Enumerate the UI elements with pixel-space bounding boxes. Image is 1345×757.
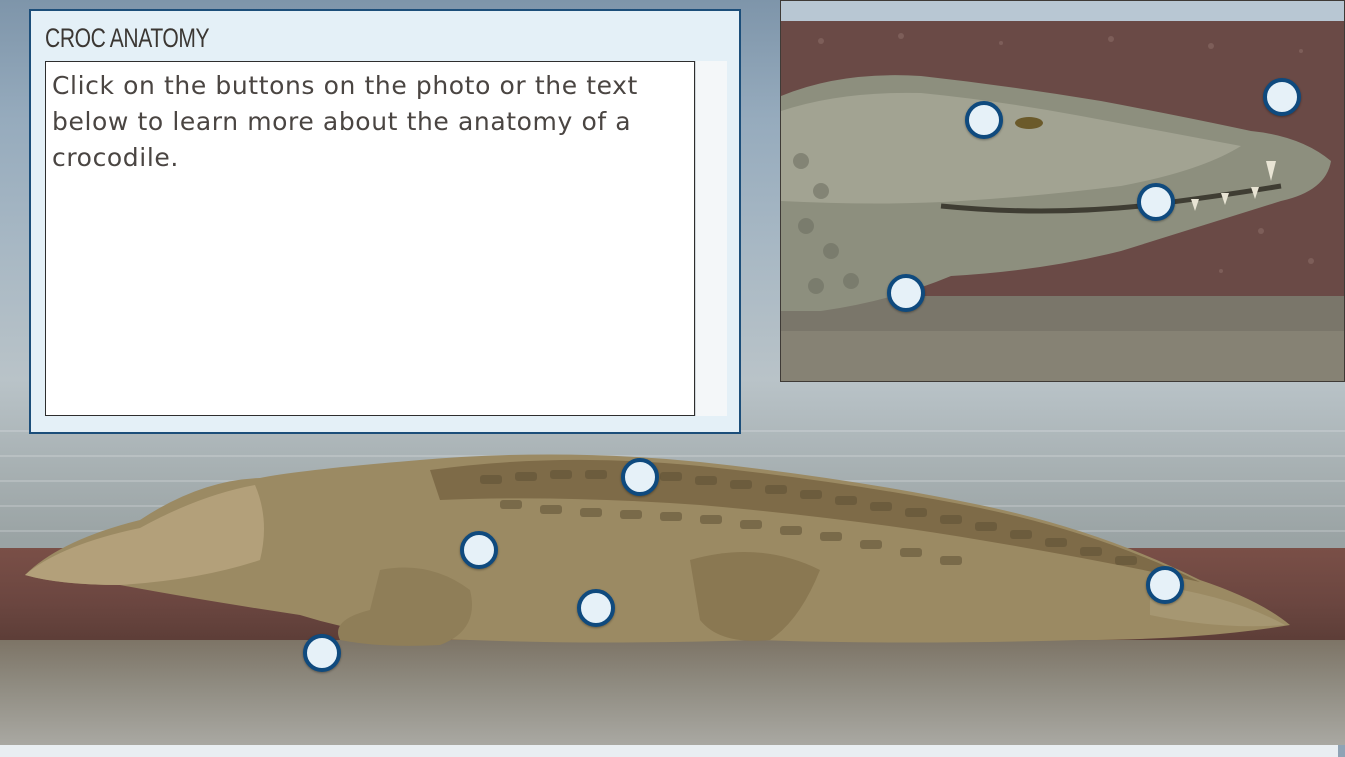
hotspot-nostril[interactable] (1263, 78, 1301, 116)
hotspot-throat[interactable] (887, 274, 925, 312)
hotspot-front-foot[interactable] (303, 634, 341, 672)
hotspot-teeth[interactable] (1137, 183, 1175, 221)
hotspot-belly[interactable] (577, 589, 615, 627)
hotspot-shoulder[interactable] (460, 531, 498, 569)
panel-title: CROC ANATOMY (45, 23, 210, 53)
hotspot-eye[interactable] (965, 101, 1003, 139)
panel-text-area: Click on the buttons on the photo or the… (45, 61, 695, 416)
footer-strip (0, 745, 1338, 757)
panel-scrollbar[interactable] (695, 61, 727, 416)
hotspot-back-scales[interactable] (621, 458, 659, 496)
head-closeup-photo (780, 0, 1345, 382)
hotspot-tail[interactable] (1146, 566, 1184, 604)
croc-head-illustration (781, 1, 1344, 381)
info-panel: CROC ANATOMY Click on the buttons on the… (29, 9, 741, 434)
